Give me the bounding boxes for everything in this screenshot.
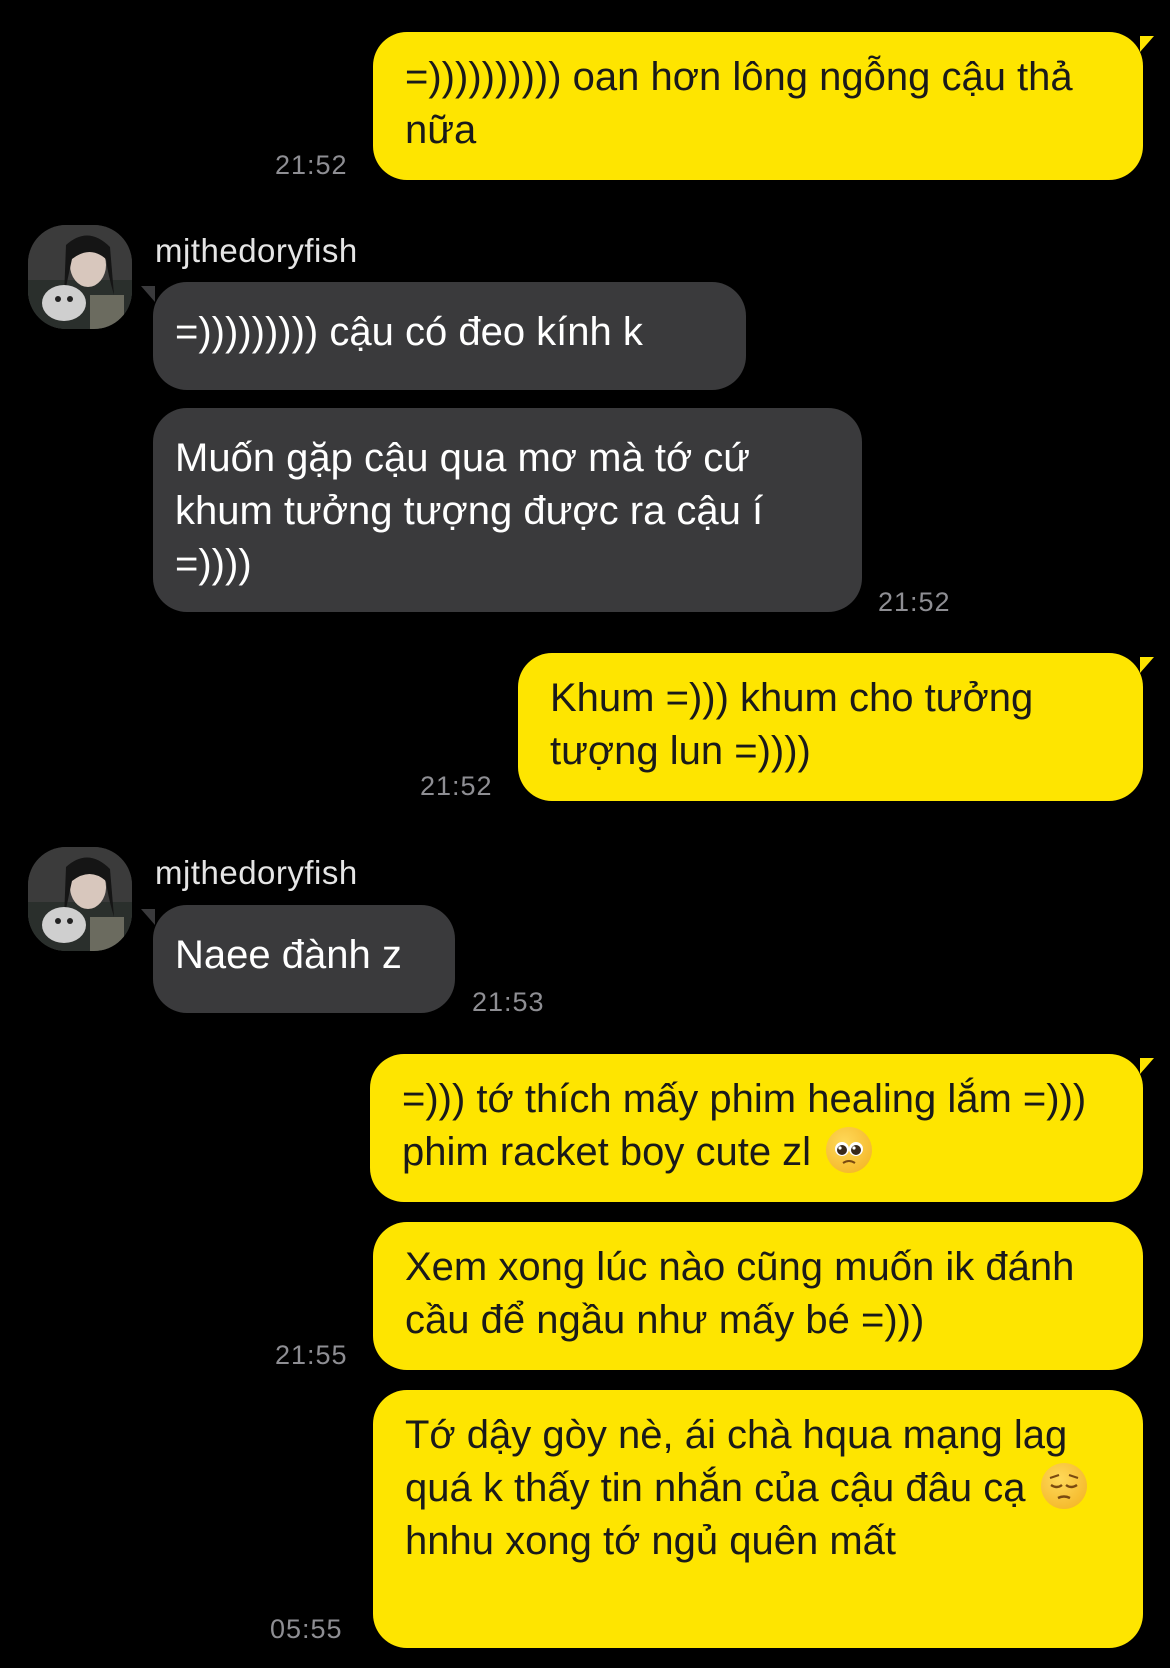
outgoing-message[interactable]: Tớ dậy gòy nè, ái chà hqua mạng lag quá … (373, 1390, 1143, 1648)
avatar-photo (28, 225, 132, 329)
message-timestamp: 05:55 (270, 1614, 343, 1644)
message-text-continued: hnhu xong tớ ngủ quên mất (405, 1519, 897, 1563)
bubble-tail (1140, 657, 1154, 673)
bubble-tail (1140, 1058, 1154, 1074)
message-text: Muốn gặp cậu qua mơ mà tớ cứ khum tưởng … (175, 436, 764, 586)
outgoing-message[interactable]: Xem xong lúc nào cũng muốn ik đánh cầu đ… (373, 1222, 1143, 1370)
message-text: Naee đành z (175, 933, 402, 977)
outgoing-message[interactable]: =))) tớ thích mấy phim healing lắm =))) … (370, 1054, 1143, 1202)
message-text: Tớ dậy gòy nè, ái chà hqua mạng lag quá … (405, 1413, 1068, 1510)
outgoing-message[interactable]: Khum =))) khum cho tưởng tượng lun =)))) (518, 653, 1143, 801)
message-timestamp: 21:55 (275, 1340, 348, 1370)
message-timestamp: 21:53 (472, 987, 545, 1017)
message-timestamp: 21:52 (878, 587, 951, 617)
pleading-face-emoji (826, 1127, 873, 1173)
outgoing-message[interactable]: =)))))))))) oan hơn lông ngỗng cậu thả n… (373, 32, 1143, 180)
message-timestamp: 21:52 (275, 150, 348, 180)
sender-name: mjthedoryfish (155, 854, 358, 891)
pensive-face-emoji (1040, 1463, 1087, 1509)
sender-avatar[interactable] (28, 847, 132, 951)
message-text: Xem xong lúc nào cũng muốn ik đánh cầu đ… (405, 1245, 1075, 1342)
bubble-tail (141, 909, 155, 925)
sender-name: mjthedoryfish (155, 232, 358, 269)
bubble-tail (141, 286, 155, 302)
sender-avatar[interactable] (28, 225, 132, 329)
message-timestamp: 21:52 (420, 771, 493, 801)
bubble-tail (1140, 36, 1154, 52)
incoming-message[interactable]: =))))))))) cậu có đeo kính k (153, 282, 746, 390)
avatar-photo (28, 847, 132, 951)
incoming-message[interactable]: Muốn gặp cậu qua mơ mà tớ cứ khum tưởng … (153, 408, 862, 612)
incoming-message[interactable]: Naee đành z (153, 905, 455, 1013)
message-text: =)))))))))) oan hơn lông ngỗng cậu thả n… (405, 55, 1073, 152)
message-text: =))))))))) cậu có đeo kính k (175, 310, 643, 354)
message-text: Khum =))) khum cho tưởng tượng lun =)))) (550, 676, 1034, 773)
message-text: =))) tớ thích mấy phim healing lắm =))) … (402, 1077, 1087, 1174)
